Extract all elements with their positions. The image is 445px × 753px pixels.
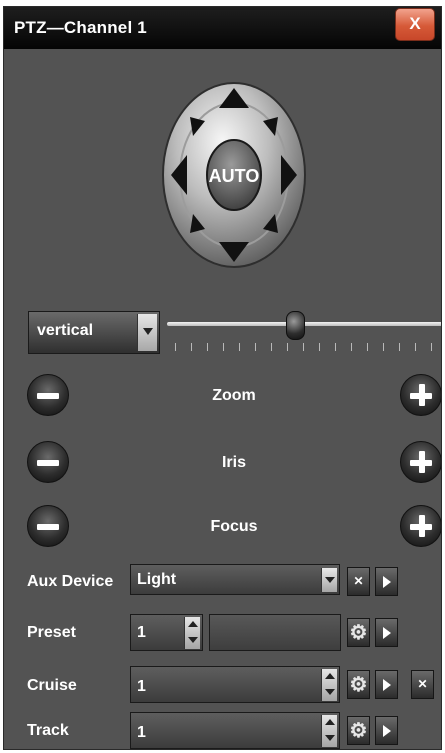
- track-settings-button[interactable]: ⚙: [347, 716, 370, 745]
- slider-thumb[interactable]: [285, 311, 305, 340]
- minus-icon: [37, 524, 59, 530]
- preset-value: 1: [137, 624, 146, 641]
- x-icon: ✕: [353, 574, 364, 588]
- x-icon: ✕: [417, 677, 428, 691]
- slider-ticks: [175, 343, 437, 351]
- zoom-in-button[interactable]: [400, 374, 441, 416]
- window-title: PTZ—Channel 1: [14, 18, 147, 37]
- track-value: 1: [137, 724, 146, 741]
- gear-icon: ⚙: [349, 622, 368, 644]
- aux-clear-button[interactable]: ✕: [347, 567, 370, 596]
- auto-label: AUTO: [209, 166, 260, 186]
- track-start-button[interactable]: [375, 716, 398, 745]
- track-label: Track: [27, 722, 69, 739]
- cruise-start-button[interactable]: [375, 670, 398, 699]
- chevron-down-icon[interactable]: [321, 568, 337, 592]
- ptz-dialog: PTZ—Channel 1 X AUTO vertical Zoom Iris …: [3, 6, 442, 750]
- spinner-arrows-icon[interactable]: [184, 617, 200, 649]
- direction-pad: AUTO: [162, 82, 306, 268]
- minus-icon: [37, 393, 59, 399]
- chevron-down-icon[interactable]: [137, 314, 157, 351]
- cruise-stop-button[interactable]: ✕: [411, 670, 434, 699]
- title-bar[interactable]: PTZ—Channel 1 X: [4, 7, 441, 49]
- zoom-out-button[interactable]: [27, 374, 69, 416]
- preset-goto-button[interactable]: [375, 618, 398, 647]
- zoom-label: Zoom: [212, 387, 256, 404]
- preset-spinner[interactable]: 1: [130, 614, 203, 651]
- iris-close-button[interactable]: [27, 441, 69, 483]
- aux-device-label: Aux Device: [27, 573, 114, 590]
- cruise-settings-button[interactable]: ⚙: [347, 670, 370, 699]
- gear-icon: ⚙: [349, 720, 368, 742]
- spinner-arrows-icon[interactable]: [321, 669, 337, 701]
- close-button[interactable]: X: [395, 8, 435, 41]
- iris-open-button[interactable]: [400, 441, 441, 483]
- minus-icon: [37, 460, 59, 466]
- focus-label: Focus: [210, 518, 258, 535]
- focus-near-button[interactable]: [27, 505, 69, 547]
- preset-label: Preset: [27, 624, 76, 641]
- aux-device-select[interactable]: Light: [130, 564, 340, 595]
- focus-far-button[interactable]: [400, 505, 441, 547]
- gear-icon: ⚙: [349, 674, 368, 696]
- slider-track[interactable]: [167, 322, 441, 326]
- aux-device-value: Light: [137, 571, 177, 588]
- cruise-spinner[interactable]: 1: [130, 666, 340, 703]
- preset-name-field[interactable]: [209, 614, 341, 651]
- preset-settings-button[interactable]: ⚙: [347, 618, 370, 647]
- aux-start-button[interactable]: [375, 567, 398, 596]
- track-spinner[interactable]: 1: [130, 712, 340, 749]
- iris-label: Iris: [221, 454, 246, 471]
- cruise-label: Cruise: [27, 677, 77, 694]
- speed-mode-dropdown[interactable]: vertical: [28, 311, 160, 354]
- speed-mode-value: vertical: [37, 322, 94, 339]
- speed-slider[interactable]: [167, 309, 441, 363]
- spinner-arrows-icon[interactable]: [321, 715, 337, 747]
- cruise-value: 1: [137, 678, 146, 695]
